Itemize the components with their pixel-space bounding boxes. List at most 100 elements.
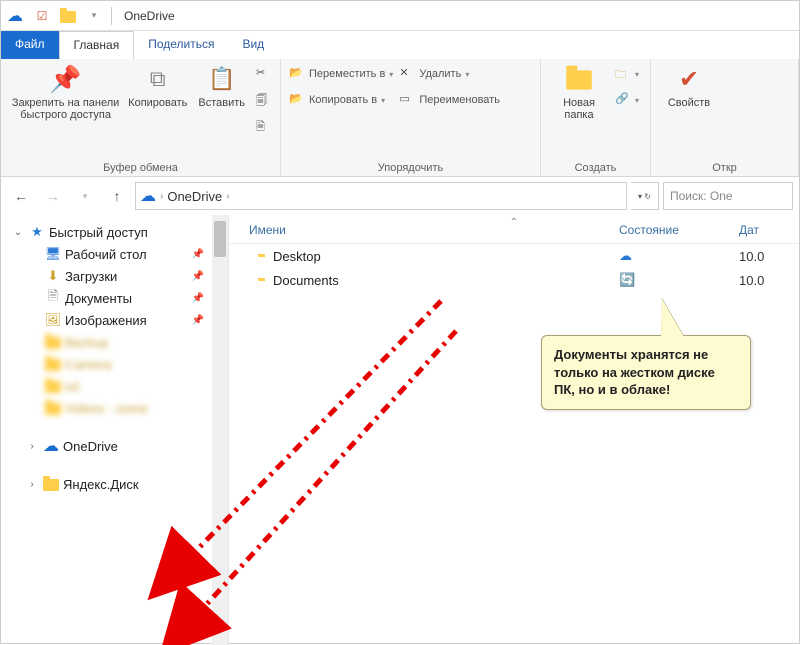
documents-icon: 🗎 [45, 290, 61, 306]
onedrive-app-icon: ☁ [5, 6, 25, 26]
refresh-button[interactable]: ▾ ↻ [631, 182, 659, 210]
tree-scrollbar[interactable] [212, 215, 228, 645]
state-sync-icon: 🔄 [619, 272, 739, 288]
new-item-button[interactable]: 🗀▾ [615, 63, 639, 85]
up-button[interactable]: ↑ [103, 182, 131, 210]
copy-button[interactable]: ⧉ Копировать [128, 63, 187, 109]
tab-share[interactable]: Поделиться [134, 31, 228, 59]
qa-properties-icon[interactable]: ☑ [31, 5, 53, 27]
file-date: 10.0 [739, 249, 799, 264]
file-list: ⌃ Имени Состояние Дат Desktop ☁ 10.0 Doc… [229, 215, 799, 645]
ribbon-group-create: Новая папка 🗀▾ 🔗▾ Создать [541, 59, 651, 176]
tab-view[interactable]: Вид [228, 31, 278, 59]
pictures-icon: 🖼 [45, 312, 61, 328]
copy-path-button[interactable]: 🗐 [256, 89, 272, 111]
folder-icon [45, 356, 61, 372]
nav-bar: ← → ▾ ↑ ☁ › OneDrive › ▾ ↻ Поиск: One [1, 177, 799, 215]
state-cloud-icon: ☁ [619, 248, 739, 264]
onedrive-icon: ☁ [43, 438, 59, 454]
paste-button[interactable]: 📋 Вставить [193, 63, 250, 109]
paste-shortcut-icon: 🗎 [256, 118, 272, 134]
copy-to-icon: 📂 [289, 92, 305, 108]
explorer-body: ⌄ ★ Быстрый доступ 🖥 Рабочий стол 📌 ⬇ За… [1, 215, 799, 645]
tab-home[interactable]: Главная [59, 31, 135, 59]
chevron-right-icon: › [226, 191, 229, 202]
properties-button[interactable]: ✔ Свойств [659, 63, 719, 109]
folder-icon [45, 378, 61, 394]
onedrive-icon: ☁ [140, 186, 156, 206]
breadcrumb-location: OneDrive [167, 189, 222, 204]
pin-icon: 📌 [192, 271, 204, 282]
move-to-icon: 📂 [289, 66, 305, 82]
dropdown-icon: ▾ [389, 70, 393, 79]
forward-button[interactable]: → [39, 182, 67, 210]
tree-documents[interactable]: 🗎 Документы 📌 [1, 287, 228, 309]
search-input[interactable]: Поиск: One [663, 182, 793, 210]
cut-button[interactable]: ✂ [256, 63, 272, 85]
group-label-organize: Упорядочить [289, 160, 532, 174]
column-state[interactable]: Состояние [619, 223, 739, 237]
tree-blurred-item[interactable]: Videos - some [1, 397, 228, 419]
delete-button[interactable]: ✕ Удалить ▾ [399, 63, 500, 85]
window-title: OneDrive [124, 9, 175, 23]
copy-to-button[interactable]: 📂 Копировать в ▾ [289, 89, 393, 111]
tree-blurred-item[interactable]: Camera [1, 353, 228, 375]
breadcrumb[interactable]: ☁ › OneDrive › [135, 182, 627, 210]
pin-icon: 📌 [192, 293, 204, 304]
new-folder-button[interactable]: Новая папка [549, 63, 609, 121]
properties-icon: ✔ [673, 63, 705, 95]
chevron-right-icon: › [160, 191, 163, 202]
pin-quick-access-button[interactable]: 📌 Закрепить на панели быстрого доступа [9, 63, 122, 121]
expand-icon[interactable]: › [25, 441, 39, 452]
qa-dropdown-icon[interactable]: ▾ [83, 5, 105, 27]
file-name: Documents [273, 273, 619, 288]
pin-icon: 📌 [50, 63, 82, 95]
tree-downloads[interactable]: ⬇ Загрузки 📌 [1, 265, 228, 287]
qa-folder-icon[interactable] [57, 5, 79, 27]
folder-icon [45, 334, 61, 350]
expand-icon[interactable]: › [25, 479, 39, 490]
tree-quick-access[interactable]: ⌄ ★ Быстрый доступ [1, 221, 228, 243]
tree-blurred-item[interactable]: sd [1, 375, 228, 397]
back-button[interactable]: ← [7, 182, 35, 210]
column-drag-indicator: ⌃ [510, 217, 518, 228]
move-to-button[interactable]: 📂 Переместить в ▾ [289, 63, 393, 85]
file-row[interactable]: Documents 🔄 10.0 [229, 268, 799, 292]
ribbon-group-clipboard: 📌 Закрепить на панели быстрого доступа ⧉… [1, 59, 281, 176]
new-item-icon: 🗀 [615, 66, 631, 82]
dropdown-icon: ▾ [381, 96, 385, 105]
clipboard-small-col: ✂ 🗐 🗎 [256, 63, 272, 137]
search-placeholder: Поиск: One [670, 189, 733, 203]
star-icon: ★ [29, 224, 45, 240]
rename-button[interactable]: ▭ Переименовать [399, 89, 500, 111]
expand-icon[interactable]: ⌄ [11, 227, 25, 238]
column-date[interactable]: Дат [739, 223, 799, 237]
tree-onedrive[interactable]: › ☁ OneDrive [1, 435, 228, 457]
titlebar: ☁ ☑ ▾ OneDrive [1, 1, 799, 31]
recent-dropdown[interactable]: ▾ [71, 182, 99, 210]
folder-icon [45, 400, 61, 416]
tree-yandex-disk[interactable]: › Яндекс.Диск [1, 473, 228, 495]
dropdown-icon: ▾ [465, 70, 469, 79]
ribbon: 📌 Закрепить на панели быстрого доступа ⧉… [1, 59, 799, 177]
tab-file[interactable]: Файл [1, 31, 59, 59]
paste-shortcut-button[interactable]: 🗎 [256, 115, 272, 137]
column-name[interactable]: Имени [249, 223, 619, 237]
paste-icon: 📋 [206, 63, 238, 95]
pin-icon: 📌 [192, 249, 204, 260]
rename-icon: ▭ [399, 92, 415, 108]
tree-blurred-item[interactable]: Backup [1, 331, 228, 353]
easy-access-button[interactable]: 🔗▾ [615, 89, 639, 111]
titlebar-divider [111, 7, 112, 25]
annotation-callout: Документы хранятся не только на жестком … [541, 335, 751, 410]
callout-text: Документы хранятся не только на жестком … [541, 335, 751, 410]
create-small-col: 🗀▾ 🔗▾ [615, 63, 639, 111]
tree-scroll-thumb[interactable] [214, 221, 226, 257]
pin-icon: 📌 [192, 315, 204, 326]
ribbon-group-organize: 📂 Переместить в ▾ 📂 Копировать в ▾ ✕ Уда… [281, 59, 541, 176]
callout-tail [661, 299, 684, 337]
tree-desktop[interactable]: 🖥 Рабочий стол 📌 [1, 243, 228, 265]
tree-pictures[interactable]: 🖼 Изображения 📌 [1, 309, 228, 331]
file-date: 10.0 [739, 273, 799, 288]
file-row[interactable]: Desktop ☁ 10.0 [229, 244, 799, 268]
